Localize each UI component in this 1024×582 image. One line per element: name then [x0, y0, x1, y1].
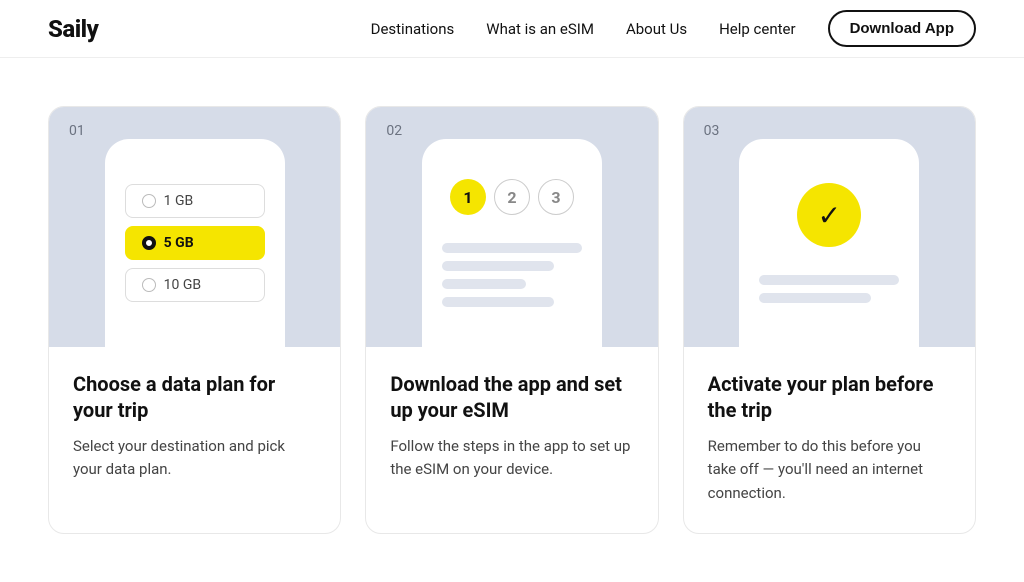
radio-1gb: [142, 194, 156, 208]
phone-mockup-3: ✓: [739, 139, 919, 347]
card-2-body: Download the app and set up your eSIM Fo…: [366, 347, 657, 510]
step-3-number: 03: [704, 123, 720, 139]
card-2-illustration: 02 1 2 3: [366, 107, 657, 347]
card-download-app: 02 1 2 3 Download the app an: [365, 106, 658, 534]
plan-label-10gb: 10 GB: [164, 277, 201, 293]
plan-option-1gb: 1 GB: [125, 184, 265, 218]
how-it-works-section: 01 1 GB 5 GB 10 GB: [48, 106, 976, 534]
nav-help-center[interactable]: Help center: [719, 20, 795, 38]
plan-option-10gb: 10 GB: [125, 268, 265, 302]
card-activate-plan: 03 ✓ Activate your plan before the trip …: [683, 106, 976, 534]
line-3: [442, 279, 526, 289]
logo: Saily: [48, 15, 98, 43]
line-2: [442, 261, 554, 271]
card-1-desc: Select your destination and pick your da…: [73, 435, 316, 482]
card-1-body: Choose a data plan for your trip Select …: [49, 347, 340, 510]
main-nav: Destinations What is an eSIM About Us He…: [371, 10, 976, 47]
line-3-2: [759, 293, 871, 303]
card-3-desc: Remember to do this before you take off …: [708, 435, 951, 505]
line-4: [442, 297, 554, 307]
phone-mockup-2: 1 2 3: [422, 139, 602, 347]
plan-label-5gb: 5 GB: [164, 235, 194, 251]
plan-option-5gb: 5 GB: [125, 226, 265, 260]
step-2-number: 02: [386, 123, 402, 139]
download-app-button[interactable]: Download App: [828, 10, 976, 47]
card-1-title: Choose a data plan for your trip: [73, 371, 316, 423]
nav-destinations[interactable]: Destinations: [371, 20, 455, 38]
step-1-number: 01: [69, 123, 85, 139]
step-circle-1: 1: [450, 179, 486, 215]
step-circle-2: 2: [494, 179, 530, 215]
line-3-1: [759, 275, 899, 285]
card-3-illustration: 03 ✓: [684, 107, 975, 347]
card-2-desc: Follow the steps in the app to set up th…: [390, 435, 633, 482]
nav-about-us[interactable]: About Us: [626, 20, 687, 38]
checkmark-icon: ✓: [797, 183, 861, 247]
plan-label-1gb: 1 GB: [164, 193, 194, 209]
card-3-body: Activate your plan before the trip Remem…: [684, 347, 975, 533]
content-lines-3: [755, 275, 903, 303]
steps-indicator: 1 2 3: [450, 179, 574, 215]
card-2-title: Download the app and set up your eSIM: [390, 371, 633, 423]
nav-what-is-esim[interactable]: What is an eSIM: [486, 20, 594, 38]
line-1: [442, 243, 582, 253]
content-lines: [438, 243, 586, 307]
card-1-illustration: 01 1 GB 5 GB 10 GB: [49, 107, 340, 347]
radio-5gb: [142, 236, 156, 250]
phone-mockup-1: 1 GB 5 GB 10 GB: [105, 139, 285, 347]
radio-10gb: [142, 278, 156, 292]
card-choose-plan: 01 1 GB 5 GB 10 GB: [48, 106, 341, 534]
step-circle-3: 3: [538, 179, 574, 215]
card-3-title: Activate your plan before the trip: [708, 371, 951, 423]
